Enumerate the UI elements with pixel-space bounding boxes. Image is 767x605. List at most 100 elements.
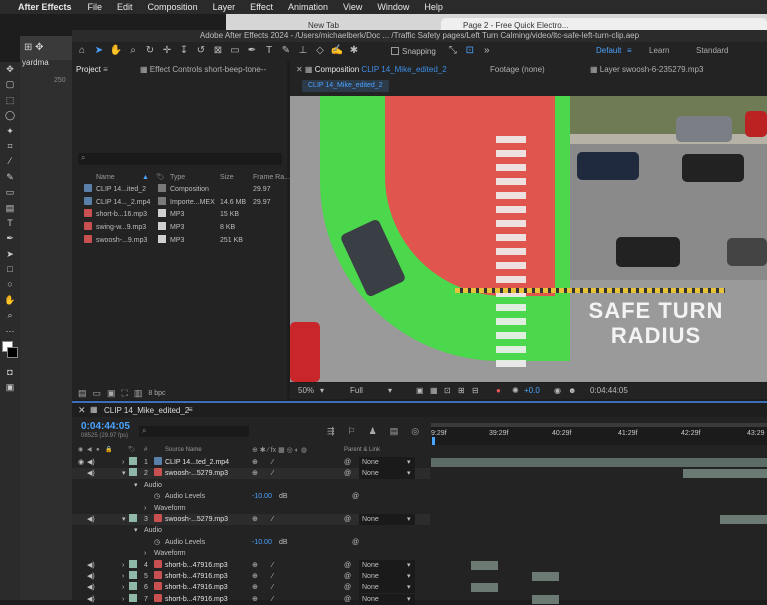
quality-switch-icon[interactable]: ⁄ (272, 560, 273, 571)
project-item[interactable]: swoosh-...9.mp3 MP3 251 KB (80, 234, 285, 247)
new-folder-icon[interactable]: ▭ (93, 388, 102, 399)
gradient-icon[interactable]: ▤ (0, 201, 20, 216)
col-size[interactable]: Size (220, 172, 234, 184)
workspace-standard[interactable]: Standard (696, 46, 728, 55)
project-item[interactable]: CLIP 14..._2.mp4 Importe...MEX 14.6 MB 29.9… (80, 196, 285, 209)
snap-options-icon[interactable]: ⤡ (446, 44, 460, 58)
comp-breadcrumb[interactable]: CLIP 14_Mike_edited_2 (302, 80, 389, 92)
shy-switch-icon[interactable]: ⊕ (252, 560, 258, 571)
col-type[interactable]: Type (170, 172, 185, 184)
rectangle-tool-icon[interactable]: ▭ (228, 44, 242, 58)
pickwhip-icon[interactable]: @ (344, 582, 351, 593)
pickwhip-icon[interactable]: @ (344, 594, 351, 605)
zoom-select[interactable]: 50% (298, 383, 314, 399)
layer-duration-bar[interactable] (431, 458, 767, 467)
layer-duration-bar[interactable] (471, 583, 499, 593)
rectangle-icon[interactable]: □ (0, 262, 20, 277)
chevron-icon[interactable]: ▾ (134, 480, 138, 491)
flowchart-icon[interactable]: ⛶ (122, 388, 128, 399)
project-item[interactable]: CLIP 14...ited_2 Composition 29.97 (80, 184, 285, 196)
timeline-tab-label[interactable]: CLIP 14_Mike_edited_2 (104, 406, 189, 415)
chevron-down-icon[interactable]: ▾ (407, 560, 411, 571)
chevron-down-icon[interactable]: ▾ (407, 514, 411, 525)
chevron-right-icon[interactable]: › (122, 582, 124, 593)
dolly-tool-icon[interactable]: ↧ (177, 44, 191, 58)
transparency-grid-icon[interactable]: ▦ (430, 383, 438, 399)
effect-controls-tab[interactable]: ▦ Effect Controls short-beep-tone-- (140, 63, 287, 77)
region-of-interest-icon[interactable]: ▣ (416, 383, 424, 399)
pickwhip-icon[interactable]: @ (344, 514, 351, 525)
chevron-down-icon[interactable]: ▾ (407, 571, 411, 582)
clone-tool-icon[interactable]: ⊥ (296, 44, 310, 58)
menu-view[interactable]: View (343, 2, 362, 12)
stopwatch-icon[interactable]: ◷ (154, 491, 160, 502)
shy-switch-icon[interactable]: ⊕ (252, 594, 258, 605)
zoom-tool-icon[interactable]: ⌕ (126, 44, 140, 58)
chevron-down-icon[interactable]: ▾ (407, 594, 411, 605)
property-row[interactable]: ◷ Audio Levels -10.00 dB @ (72, 537, 430, 548)
layer-duration-bar[interactable] (471, 560, 499, 570)
layer-name[interactable]: short-b...47916.mp3 (165, 571, 228, 582)
layer-tab[interactable]: ▦ Layer swoosh-6-235279.mp3 (590, 63, 767, 77)
timeline-layer-row[interactable]: ◀) › 7 short-b...47916.mp3 ⊕ ⁄ @ None ▾ (72, 593, 430, 605)
chevron-icon[interactable]: › (144, 503, 146, 514)
eyedropper-icon[interactable]: ⁄ (0, 154, 20, 169)
brush-tool-icon[interactable]: ✎ (279, 44, 293, 58)
pickwhip-icon[interactable]: @ (344, 560, 351, 571)
chevron-right-icon[interactable]: ▾ (122, 514, 126, 525)
menu-window[interactable]: Window (377, 2, 409, 12)
workspace-menu-icon[interactable]: ≡ (627, 46, 632, 55)
3d-view-icon[interactable]: ⊟ (472, 383, 479, 399)
pickwhip-icon[interactable]: @ (344, 468, 351, 479)
orbit-tool-icon[interactable]: ↻ (143, 44, 157, 58)
timeline-timecode[interactable]: 0:04:44:05 (81, 421, 130, 432)
layer-name[interactable]: short-b...47916.mp3 (165, 560, 228, 571)
workspace-default[interactable]: Default (596, 46, 621, 55)
timeline-layer-row[interactable]: ◀) › 5 short-b...47916.mp3 ⊕ ⁄ @ None ▾ (72, 571, 430, 582)
project-item[interactable]: swing-w...9.mp3 MP3 8 KB (80, 222, 285, 234)
col-name[interactable]: Name (96, 172, 115, 184)
playhead[interactable] (432, 437, 435, 445)
layer-name[interactable]: swoosh-...5279.mp3 (165, 468, 228, 479)
speaker-icon[interactable]: ◀) (87, 582, 95, 593)
snapshot-icon[interactable]: ◉ (554, 383, 561, 399)
sort-ascending-icon[interactable]: ▲ (142, 172, 149, 184)
interpret-footage-icon[interactable]: ▤ (78, 388, 87, 399)
pen-icon[interactable]: ✒ (0, 231, 20, 246)
pickwhip-icon[interactable]: @ (344, 457, 351, 468)
audio-icon[interactable]: ◀ (87, 445, 92, 456)
label-column-icon[interactable]: 🏷 (156, 172, 165, 184)
eraser-tool-icon[interactable]: ◇ (313, 44, 327, 58)
chevron-down-icon[interactable]: ▾ (388, 383, 392, 399)
exposure-value[interactable]: +0.0 (524, 383, 540, 399)
pickwhip-icon[interactable]: @ (352, 491, 359, 502)
shy-switch-icon[interactable]: ⊕ (252, 514, 258, 525)
magic-wand-icon[interactable]: ✦ (0, 124, 20, 139)
close-icon[interactable]: ✕ (78, 405, 86, 416)
menu-animation[interactable]: Animation (288, 2, 328, 12)
solo-icon[interactable]: ● (96, 445, 100, 456)
chevron-right-icon[interactable]: › (122, 560, 124, 571)
project-search-input[interactable]: ⌕ (78, 153, 282, 165)
layer-track[interactable] (431, 571, 767, 582)
layer-name[interactable]: short-b...47916.mp3 (165, 594, 228, 605)
guides-icon[interactable]: ⊞ (458, 383, 465, 399)
footage-tab[interactable]: Footage (none) (490, 63, 580, 77)
motion-blur-icon[interactable]: ◎ (411, 426, 419, 437)
composition-tab[interactable]: ✕ ▦ Composition CLIP 14_Mike_edited_2 (296, 63, 476, 77)
trash-icon[interactable]: ▥ (134, 388, 143, 399)
quality-switch-icon[interactable]: ⁄ (272, 457, 273, 468)
quality-switch-icon[interactable]: ⁄ (272, 468, 273, 479)
comp-mini-flowchart-icon[interactable]: ⇶ (327, 426, 335, 437)
timeline-layer-row[interactable]: ◉ ◀) › 1 CLIP 14...ted_2.mp4 ⊕ ⁄ @ None ▾ (72, 457, 430, 468)
chevron-right-icon[interactable]: ▾ (122, 468, 126, 479)
chevron-right-icon[interactable]: › (122, 457, 124, 468)
chevron-right-icon[interactable]: › (122, 594, 124, 605)
property-group[interactable]: › Waveform (72, 548, 430, 559)
exposure-icon[interactable]: ✺ (512, 383, 519, 399)
chevron-icon[interactable]: ▾ (134, 525, 138, 536)
quality-switch-icon[interactable]: ⁄ (272, 514, 273, 525)
artboard-icon[interactable]: ▢ (0, 77, 20, 92)
layer-name[interactable]: short-b...47916.mp3 (165, 582, 228, 593)
chevron-down-icon[interactable]: ▾ (407, 582, 411, 593)
